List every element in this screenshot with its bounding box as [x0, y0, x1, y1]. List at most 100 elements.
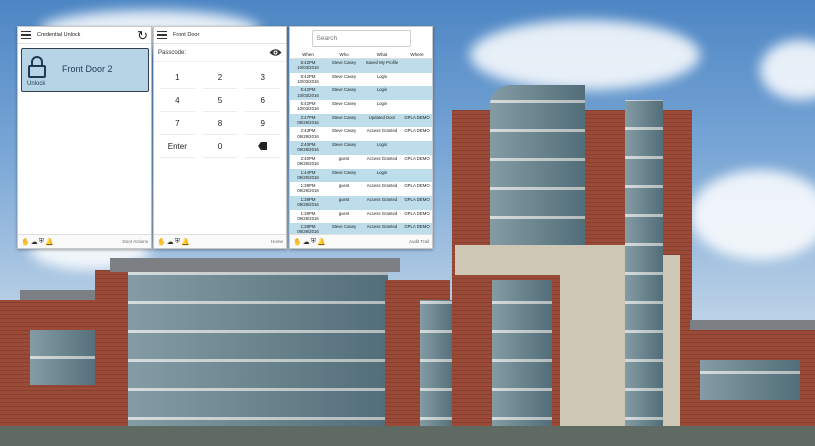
- table-row[interactable]: 5:42PM 10/03/2016 Steve Casey Login: [290, 73, 432, 87]
- row-where: GPLA DEMO: [404, 196, 430, 202]
- shield-icon[interactable]: ⛨: [175, 238, 180, 246]
- row-who: guest: [338, 183, 350, 189]
- row-what: Login: [376, 142, 388, 148]
- row-date: 09/29/2016: [297, 119, 319, 125]
- credential-unlock-panel: Credential Unlock ↻ Unlock Front Door 2 …: [17, 26, 152, 249]
- table-row[interactable]: 1:44PM 09/29/2016 Steve Casey Login: [290, 168, 432, 183]
- key-9[interactable]: 9: [245, 112, 280, 135]
- audit-table-body: 5:42PM 10/03/2016 Steve Casey Saved My Prof…: [290, 59, 432, 237]
- row-what: Access Granted: [366, 224, 398, 230]
- col-where[interactable]: Where: [402, 52, 432, 57]
- eye-icon[interactable]: [269, 48, 282, 57]
- row-date: 10/03/2016: [297, 106, 319, 112]
- row-when: 1:39PM 09/29/2016: [290, 197, 326, 207]
- table-row[interactable]: 1:39PM 09/29/2016 guest Access Granted GPLA …: [290, 182, 432, 196]
- row-who: Steve Casey: [331, 224, 357, 230]
- col-when[interactable]: When: [290, 52, 326, 57]
- row-what: Saved My Profile: [365, 60, 399, 65]
- backspace-button[interactable]: [245, 135, 280, 158]
- footer-icons: ✋ ☁ ⛨ 🔔: [21, 238, 54, 246]
- shield-icon[interactable]: ⛨: [311, 238, 316, 246]
- row-when: 5:42PM 10/03/2016: [290, 101, 326, 111]
- row-when: 1:44PM 09/29/2016: [290, 170, 326, 180]
- row-what: Access Granted: [366, 155, 398, 161]
- row-who: Steve Casey: [331, 128, 357, 134]
- bell-icon[interactable]: 🔔: [181, 238, 190, 246]
- col-what[interactable]: What: [362, 52, 402, 57]
- row-date: 10/03/2016: [297, 65, 319, 71]
- home-link[interactable]: Home: [271, 239, 283, 244]
- cloud-icon[interactable]: ☁: [167, 238, 174, 246]
- audit-trail-panel: When Who What Where 5:42PM10/03/2016 Stev…: [289, 26, 433, 249]
- row-when: 1:39PM 09/29/2016: [290, 211, 326, 221]
- row-who: guest: [338, 210, 350, 216]
- shield-icon[interactable]: ⛨: [39, 238, 44, 246]
- key-7[interactable]: 7: [160, 112, 195, 135]
- screen-title: Credential Unlock: [37, 32, 81, 38]
- row-who: Steve Casey: [331, 169, 357, 175]
- search-input[interactable]: [311, 29, 411, 47]
- cloud-icon[interactable]: ☁: [31, 238, 38, 246]
- row-what: Access Granted: [366, 210, 398, 216]
- table-row[interactable]: 2:47PM 09/29/2016 Steve Casey Updated Door G…: [290, 113, 432, 128]
- key-enter[interactable]: Enter: [160, 135, 195, 158]
- row-date: 09/29/2016: [297, 174, 319, 180]
- row-who: Steve Casey: [331, 87, 357, 93]
- hand-icon[interactable]: ✋: [293, 238, 302, 246]
- top-bar: Credential Unlock ↻: [18, 27, 151, 44]
- door-actions-link[interactable]: Door Actions: [122, 239, 148, 244]
- row-date: 10/03/2016: [297, 78, 319, 84]
- door-name: Front Door 2: [62, 64, 113, 74]
- row-when: 2:40PM 09/29/2016: [290, 156, 326, 166]
- table-row[interactable]: 1:39PM 09/29/2016 guest Access Granted GPLA …: [290, 210, 432, 224]
- audit-trail-link[interactable]: Audit Trail: [409, 239, 429, 244]
- key-2[interactable]: 2: [202, 66, 238, 89]
- unlock-label: Unlock: [27, 81, 46, 87]
- row-date: 09/29/2016: [297, 188, 319, 194]
- footer-icons: ✋ ☁ ⛨ 🔔: [157, 238, 190, 246]
- lock-icon: [28, 56, 46, 78]
- door-unlock-card[interactable]: Unlock Front Door 2: [21, 48, 149, 92]
- key-5[interactable]: 5: [202, 89, 238, 112]
- table-row[interactable]: 2:43PM 09/29/2016 Steve Casey Access Grante…: [290, 127, 432, 141]
- bottom-bar: ✋ ☁ ⛨ 🔔 Door Actions: [18, 234, 151, 248]
- table-row[interactable]: 5:42PM 10/03/2016 Steve Casey Login: [290, 100, 432, 114]
- row-who: Steve Casey: [331, 142, 357, 148]
- row-when: 2:47PM 09/29/2016: [290, 115, 326, 125]
- row-where: GPLA DEMO: [404, 155, 430, 161]
- key-6[interactable]: 6: [245, 89, 280, 112]
- row-where: GPLA DEMO: [404, 114, 430, 120]
- row-who: Steve Casey: [331, 101, 357, 107]
- key-3[interactable]: 3: [245, 66, 280, 89]
- bell-icon[interactable]: 🔔: [317, 238, 326, 246]
- table-row[interactable]: 2:40PM 09/29/2016 guest Access Granted GPLA …: [290, 155, 432, 169]
- key-0[interactable]: 0: [202, 135, 238, 158]
- hand-icon[interactable]: ✋: [21, 238, 30, 246]
- cloud-icon[interactable]: ☁: [303, 238, 310, 246]
- refresh-icon[interactable]: ↻: [137, 29, 148, 42]
- row-when: 5:42PM 10/03/2016: [290, 60, 326, 70]
- row-who: Steve Casey: [331, 73, 357, 79]
- row-what: Access Granted: [366, 196, 398, 202]
- col-who[interactable]: Who: [326, 52, 362, 57]
- passcode-row: Passcode:: [154, 44, 286, 62]
- key-1[interactable]: 1: [160, 66, 195, 89]
- key-4[interactable]: 4: [160, 89, 195, 112]
- table-row[interactable]: 5:42PM 10/03/2016 Steve Casey Login: [290, 86, 432, 101]
- table-row[interactable]: 1:39PM 09/29/2016 guest Access Granted GPLA …: [290, 195, 432, 210]
- row-what: Updated Door: [368, 114, 396, 120]
- bell-icon[interactable]: 🔔: [45, 238, 54, 246]
- table-row[interactable]: 2:40PM 09/29/2016 Steve Casey Login: [290, 141, 432, 155]
- screen-title: Front Door: [173, 32, 200, 38]
- menu-icon[interactable]: [157, 30, 167, 40]
- row-where: GPLA DEMO: [404, 128, 430, 134]
- row-when: 5:42PM 10/03/2016: [290, 87, 326, 97]
- table-row[interactable]: 5:42PM 10/03/2016 Steve Casey Saved My Prof…: [290, 59, 432, 73]
- row-when: 2:43PM 09/29/2016: [290, 128, 326, 138]
- row-what: Login: [376, 101, 388, 107]
- row-date: 09/29/2016: [297, 202, 319, 208]
- menu-icon[interactable]: [21, 30, 31, 40]
- hand-icon[interactable]: ✋: [157, 238, 166, 246]
- key-8[interactable]: 8: [202, 112, 238, 135]
- top-bar: Front Door: [154, 27, 286, 44]
